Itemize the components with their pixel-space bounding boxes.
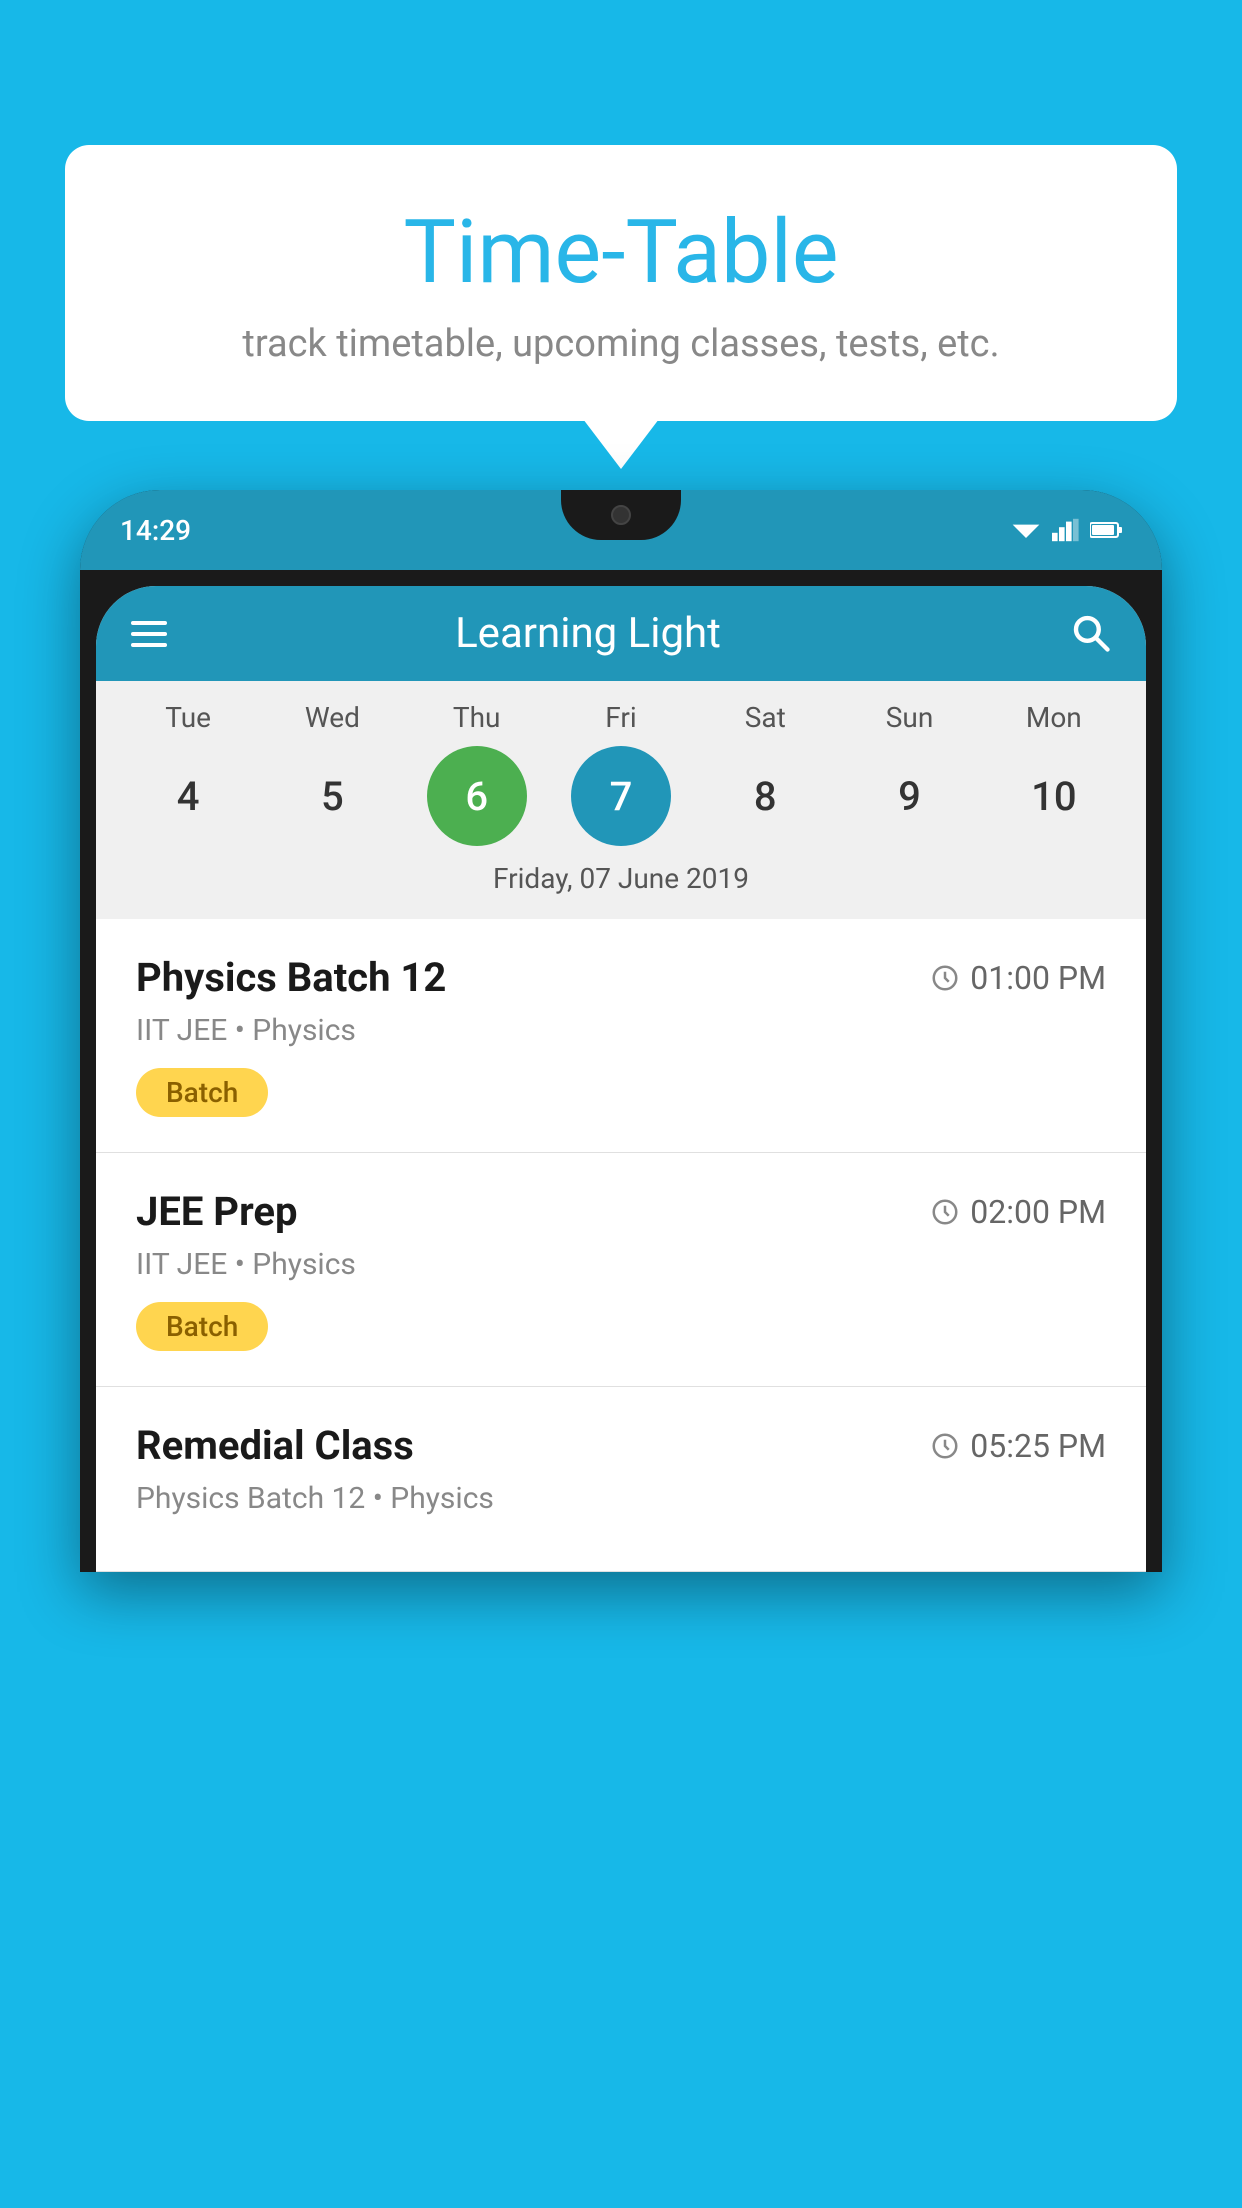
clock-icon-1 — [930, 963, 960, 993]
batch-badge-1: Batch — [136, 1068, 268, 1117]
schedule-meta-3: Physics Batch 12 • Physics — [136, 1481, 1106, 1516]
clock-icon-2 — [930, 1197, 960, 1227]
camera-dot — [611, 505, 631, 525]
hamburger-line-2 — [131, 632, 167, 636]
status-icons — [1010, 518, 1122, 542]
hamburger-menu-button[interactable] — [131, 621, 167, 647]
speech-bubble-container: Time-Table track timetable, upcoming cla… — [65, 145, 1177, 421]
date-7-selected[interactable]: 7 — [571, 746, 671, 846]
time-text-1: 01:00 PM — [970, 959, 1106, 997]
app-title: Learning Light — [197, 609, 979, 658]
status-time: 14:29 — [120, 514, 191, 547]
hamburger-line-3 — [131, 643, 167, 647]
schedule-item-jee-prep[interactable]: JEE Prep 02:00 PM IIT JEE • Physics Batc… — [96, 1153, 1146, 1387]
date-4[interactable]: 4 — [138, 746, 238, 846]
schedule-title-1: Physics Batch 12 — [136, 954, 446, 1001]
hamburger-line-1 — [131, 621, 167, 625]
schedule-item-remedial[interactable]: Remedial Class 05:25 PM Physics Batch 12… — [96, 1387, 1146, 1572]
date-9[interactable]: 9 — [860, 746, 960, 846]
schedule-time-1: 01:00 PM — [930, 959, 1106, 997]
bubble-title: Time-Table — [105, 205, 1137, 302]
day-sun: Sun — [860, 701, 960, 734]
day-fri: Fri — [571, 701, 671, 734]
date-6-today[interactable]: 6 — [427, 746, 527, 846]
day-mon: Mon — [1004, 701, 1104, 734]
schedule-title-2: JEE Prep — [136, 1188, 297, 1235]
schedule-item-header-1: Physics Batch 12 01:00 PM — [136, 954, 1106, 1001]
schedule-list: Physics Batch 12 01:00 PM IIT JEE • Phys… — [96, 919, 1146, 1572]
schedule-item-physics-batch[interactable]: Physics Batch 12 01:00 PM IIT JEE • Phys… — [96, 919, 1146, 1153]
schedule-time-2: 02:00 PM — [930, 1193, 1106, 1231]
day-tue: Tue — [138, 701, 238, 734]
schedule-meta-2: IIT JEE • Physics — [136, 1247, 1106, 1282]
day-sat: Sat — [715, 701, 815, 734]
dates-row: 4 5 6 7 8 9 10 — [96, 746, 1146, 846]
schedule-title-3: Remedial Class — [136, 1422, 414, 1469]
date-10[interactable]: 10 — [1004, 746, 1104, 846]
schedule-item-header-3: Remedial Class 05:25 PM — [136, 1422, 1106, 1469]
phone-screen: Learning Light Tue Wed Thu Fri Sat Sun — [96, 586, 1146, 1572]
time-text-3: 05:25 PM — [970, 1427, 1106, 1465]
schedule-meta-1: IIT JEE • Physics — [136, 1013, 1106, 1048]
app-header: Learning Light — [96, 586, 1146, 681]
selected-date-label: Friday, 07 June 2019 — [96, 862, 1146, 909]
schedule-item-header-2: JEE Prep 02:00 PM — [136, 1188, 1106, 1235]
battery-icon — [1090, 520, 1122, 540]
signal-icon — [1052, 518, 1080, 542]
notch-cutout — [561, 490, 681, 540]
date-5[interactable]: 5 — [282, 746, 382, 846]
time-text-2: 02:00 PM — [970, 1193, 1106, 1231]
day-wed: Wed — [282, 701, 382, 734]
search-button[interactable] — [1069, 611, 1111, 657]
days-header: Tue Wed Thu Fri Sat Sun Mon — [96, 701, 1146, 734]
status-bar: 14:29 — [80, 490, 1162, 570]
phone-outer: 14:29 — [80, 490, 1162, 1572]
calendar-strip: Tue Wed Thu Fri Sat Sun Mon 4 5 6 7 8 9 … — [96, 681, 1146, 919]
schedule-time-3: 05:25 PM — [930, 1427, 1106, 1465]
wifi-icon — [1010, 518, 1042, 542]
phone-frame: 14:29 — [80, 490, 1162, 2208]
speech-bubble: Time-Table track timetable, upcoming cla… — [65, 145, 1177, 421]
date-8[interactable]: 8 — [715, 746, 815, 846]
batch-badge-2: Batch — [136, 1302, 268, 1351]
bubble-subtitle: track timetable, upcoming classes, tests… — [105, 322, 1137, 366]
day-thu: Thu — [427, 701, 527, 734]
clock-icon-3 — [930, 1431, 960, 1461]
